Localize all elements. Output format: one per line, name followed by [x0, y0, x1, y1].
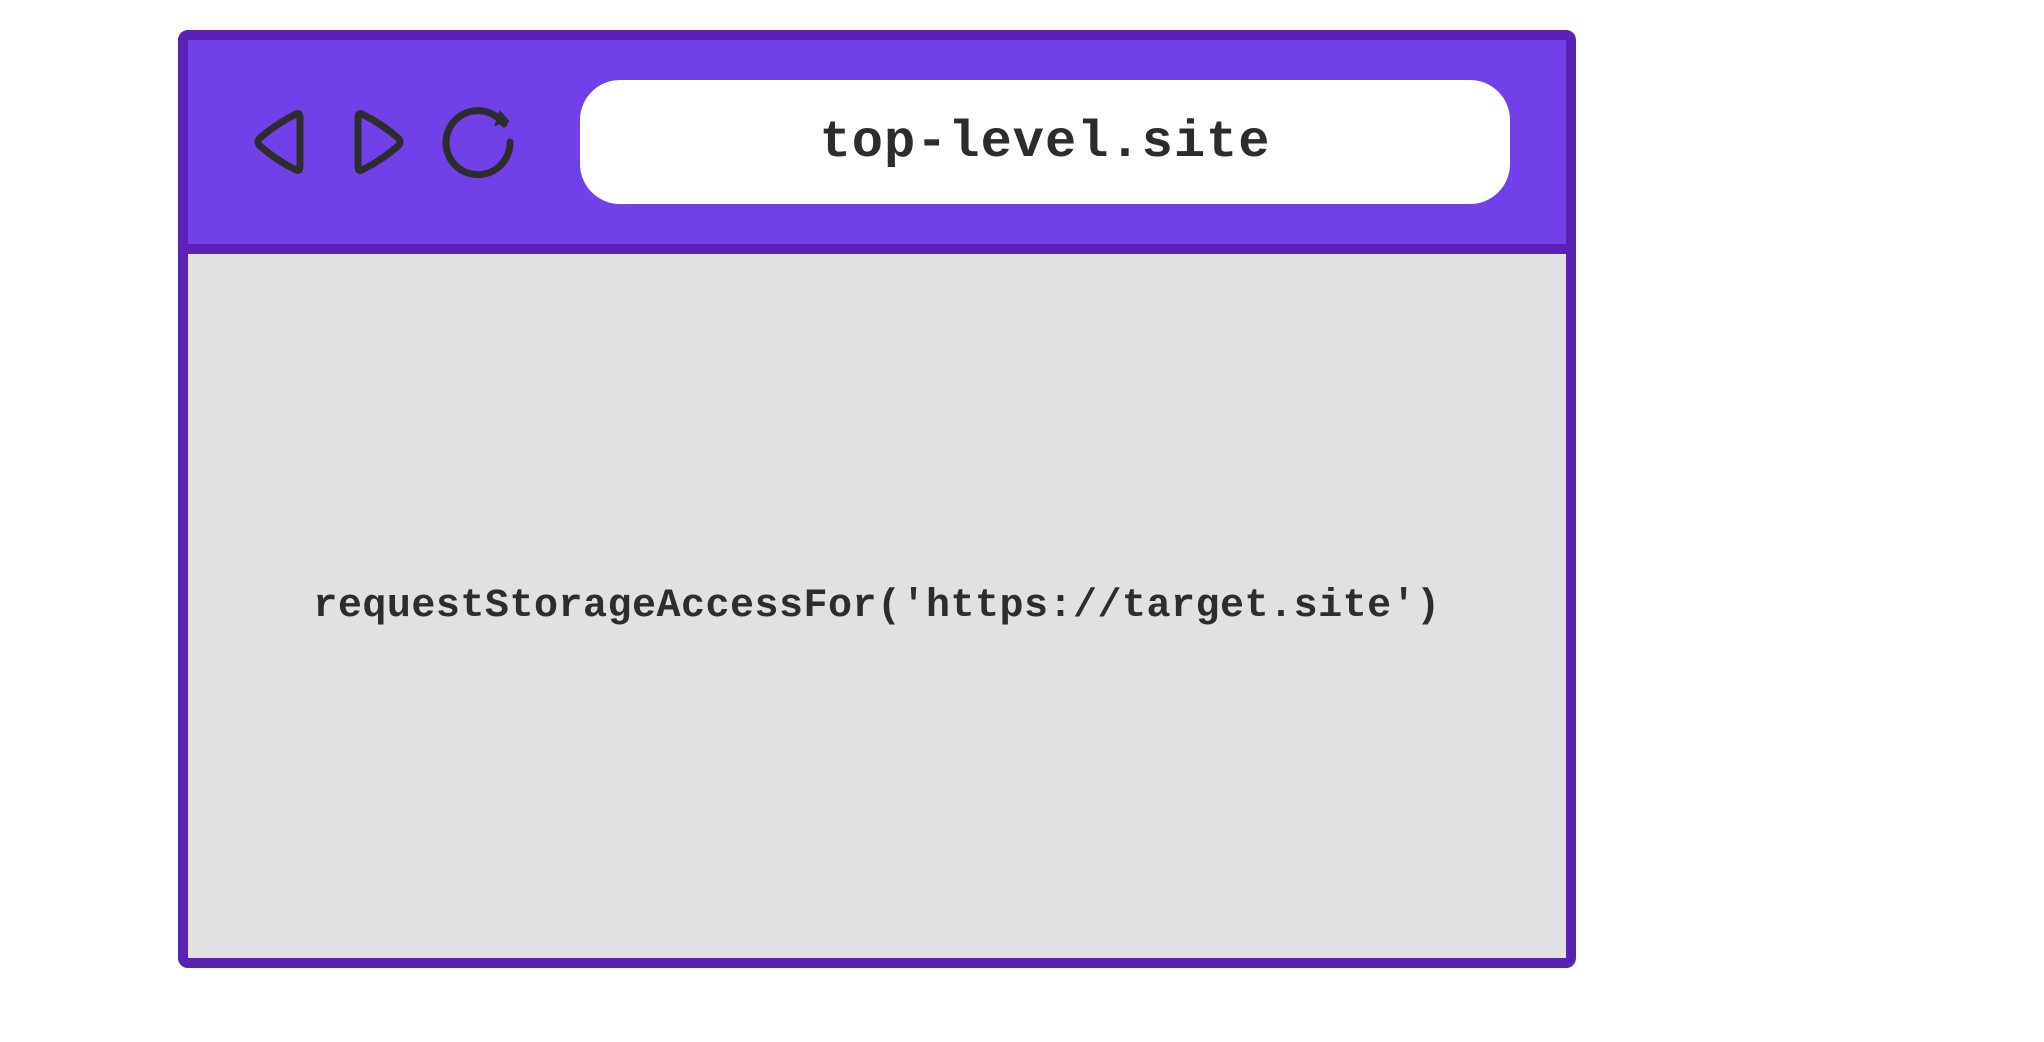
nav-icons-group	[244, 100, 520, 184]
forward-icon[interactable]	[340, 102, 414, 182]
browser-viewport: requestStorageAccessFor('https://target.…	[188, 254, 1566, 958]
browser-toolbar: top-level.site	[188, 40, 1566, 254]
code-snippet: requestStorageAccessFor('https://target.…	[313, 584, 1440, 629]
back-icon[interactable]	[244, 102, 318, 182]
browser-window: top-level.site requestStorageAccessFor('…	[178, 30, 1576, 968]
address-bar[interactable]: top-level.site	[580, 80, 1510, 204]
reload-icon[interactable]	[436, 100, 520, 184]
address-text: top-level.site	[820, 113, 1271, 172]
